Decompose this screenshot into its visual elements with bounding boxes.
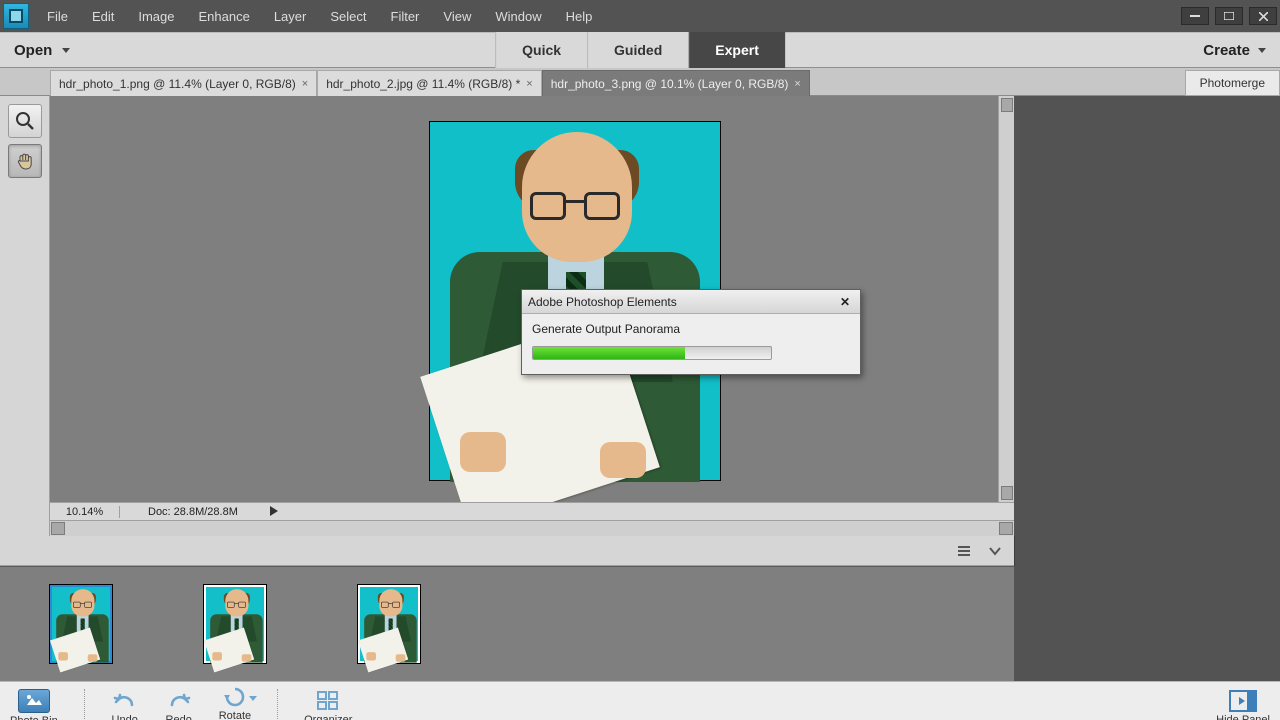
undo-label: Undo [112,714,138,720]
separator [84,689,85,720]
rotate-icon [221,686,249,708]
panel-tab-photomerge[interactable]: Photomerge [1185,70,1280,96]
flyout-arrow-icon[interactable] [270,506,282,518]
hand-icon [15,151,35,171]
dialog-close-button[interactable]: ✕ [836,294,854,310]
progress-bar [532,346,772,360]
caret-down-icon [62,48,70,53]
caret-down-icon [1258,48,1266,53]
menu-bar: File Edit Image Enhance Layer Select Fil… [35,3,604,30]
close-icon[interactable]: × [526,78,532,90]
magnifier-icon [15,111,35,131]
title-bar: File Edit Image Enhance Layer Select Fil… [0,0,1280,32]
create-label: Create [1203,42,1250,59]
undo-button[interactable]: Undo [111,690,139,720]
separator [277,689,278,720]
document-tab-label: hdr_photo_2.jpg @ 11.4% (RGB/8) * [326,77,520,91]
photobin-options [0,536,1014,566]
menu-select[interactable]: Select [318,3,378,30]
progress-fill [533,347,685,359]
hide-panel-label: Hide Panel [1216,714,1270,720]
close-icon[interactable]: × [794,78,800,90]
menu-filter[interactable]: Filter [379,3,432,30]
window-controls [1178,5,1280,27]
zoom-tool[interactable] [8,104,42,138]
create-dropdown[interactable]: Create [1189,42,1280,59]
organizer-label: Organizer [304,714,352,720]
caret-down-icon [249,696,257,701]
rotate-label: Rotate [219,710,251,720]
rotate-button[interactable]: Rotate [219,686,251,720]
canvas-viewport[interactable]: Adobe Photoshop Elements ✕ Generate Outp… [50,96,1014,502]
photo-bin [0,566,1014,681]
photobin-toggle[interactable]: Photo Bin [10,689,58,720]
photobin-thumbnail[interactable] [358,585,420,663]
bottom-action-bar: Photo Bin Undo Redo Rotate Organizer Hid… [0,681,1280,720]
document-tab-label: hdr_photo_3.png @ 10.1% (Layer 0, RGB/8) [551,77,789,91]
document-tab-strip: hdr_photo_1.png @ 11.4% (Layer 0, RGB/8)… [0,68,1280,96]
tab-guided[interactable]: Guided [587,32,688,68]
redo-icon [165,690,193,712]
mode-tabs: Quick Guided Expert [495,32,785,68]
chevron-down-icon[interactable] [988,546,1002,556]
hand-tool[interactable] [8,144,42,178]
horizontal-scrollbar[interactable] [50,520,1014,536]
redo-label: Redo [166,714,192,720]
menu-layer[interactable]: Layer [262,3,319,30]
photobin-icon [18,689,50,713]
close-icon[interactable]: × [302,78,308,90]
status-docsize[interactable]: Doc: 28.8M/28.8M [120,506,266,518]
progress-dialog: Adobe Photoshop Elements ✕ Generate Outp… [521,289,861,375]
app-icon [3,3,29,29]
document-tab-label: hdr_photo_1.png @ 11.4% (Layer 0, RGB/8) [59,77,296,91]
organizer-button[interactable]: Organizer [304,690,352,720]
tab-quick[interactable]: Quick [495,32,587,68]
open-dropdown[interactable]: Open [0,42,84,59]
maximize-button[interactable] [1215,7,1243,25]
dialog-title: Adobe Photoshop Elements [528,295,677,309]
tool-column [0,96,50,536]
undo-icon [111,690,139,712]
open-label: Open [14,42,52,59]
document-tab[interactable]: hdr_photo_3.png @ 10.1% (Layer 0, RGB/8)… [542,70,810,96]
document-tab[interactable]: hdr_photo_2.jpg @ 11.4% (RGB/8) * × [317,70,542,96]
vertical-scrollbar[interactable] [998,96,1014,502]
options-bar: Open Quick Guided Expert Create [0,32,1280,68]
hide-panel-icon [1229,690,1257,712]
close-button[interactable] [1249,7,1277,25]
document-tab[interactable]: hdr_photo_1.png @ 11.4% (Layer 0, RGB/8)… [50,70,317,96]
status-bar: 10.14% Doc: 28.8M/28.8M [50,502,1014,520]
hide-panel-button[interactable]: Hide Panel [1216,690,1270,720]
menu-help[interactable]: Help [554,3,605,30]
menu-edit[interactable]: Edit [80,3,126,30]
photobin-thumbnail[interactable] [50,585,112,663]
menu-file[interactable]: File [35,3,80,30]
redo-button[interactable]: Redo [165,690,193,720]
dialog-message: Generate Output Panorama [532,322,850,336]
status-zoom[interactable]: 10.14% [50,506,120,518]
photobin-thumbnail[interactable] [204,585,266,663]
menu-enhance[interactable]: Enhance [187,3,262,30]
dialog-body: Generate Output Panorama [522,314,860,374]
photobin-label: Photo Bin [10,715,58,720]
canvas-region: Adobe Photoshop Elements ✕ Generate Outp… [50,96,1014,536]
menu-window[interactable]: Window [483,3,553,30]
workspace: Adobe Photoshop Elements ✕ Generate Outp… [0,96,1280,536]
organizer-icon [314,690,342,712]
right-panel [1014,96,1280,536]
menu-view[interactable]: View [431,3,483,30]
dialog-titlebar[interactable]: Adobe Photoshop Elements ✕ [522,290,860,314]
menu-image[interactable]: Image [126,3,186,30]
photobin-menu-icon[interactable] [958,545,974,557]
tab-expert[interactable]: Expert [688,32,785,68]
minimize-button[interactable] [1181,7,1209,25]
